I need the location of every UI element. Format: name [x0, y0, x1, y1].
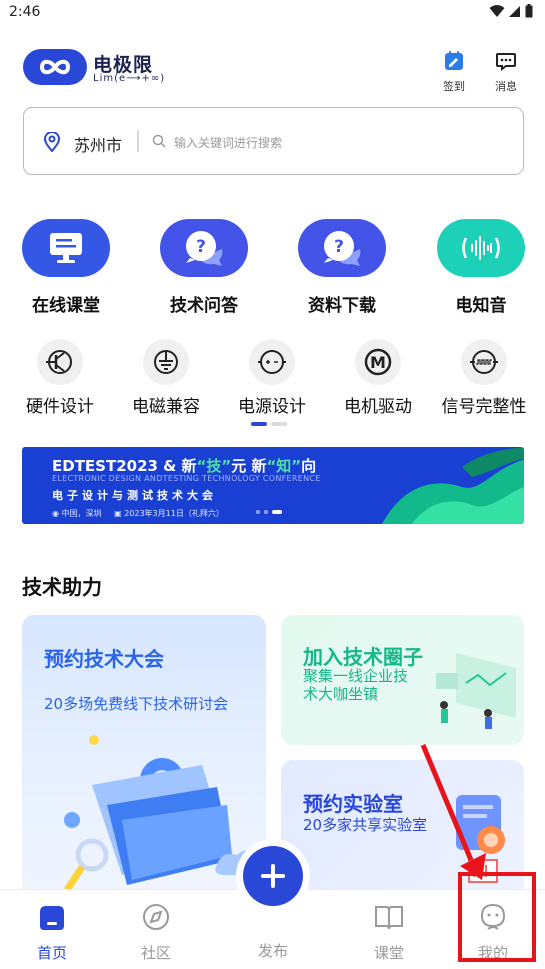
home-icon [40, 906, 64, 930]
message-icon [496, 53, 516, 71]
app-header: 电极限 Lim(e⟶+∞) 签到 消息 [0, 40, 545, 100]
status-bar: 2:46 [0, 0, 545, 26]
status-time: 2:46 [9, 4, 41, 20]
subcategory-emc[interactable]: 电磁兼容 [116, 339, 216, 417]
wifi-icon [489, 5, 505, 17]
subcategory-motor[interactable]: M 电机驱动 [328, 339, 428, 417]
banner-carousel-dots [256, 510, 282, 514]
subcategory-label: 电机驱动 [344, 397, 412, 417]
subcategory-label: 电磁兼容 [132, 397, 200, 417]
subcategory-label: 信号完整性 [441, 397, 527, 417]
category-label: 资料下载 [308, 296, 376, 316]
city-selector[interactable]: 苏州市 [74, 132, 122, 156]
svg-text:?: ? [196, 237, 206, 257]
category-page-indicator [251, 422, 287, 426]
category-online-class[interactable]: 在线课堂 [22, 219, 110, 316]
battery-icon [525, 4, 533, 18]
status-icons [489, 4, 533, 18]
category-tech-qa[interactable]: ? 技术问答 [160, 219, 248, 316]
banner-title-part: EDTEST2023 & 新 [52, 457, 197, 475]
svg-text:M: M [370, 353, 386, 372]
subcategory-signal-integrity[interactable]: 信号完整性 [434, 339, 534, 417]
team-illustration-icon [436, 653, 516, 729]
banner-title-part: 向 [301, 457, 317, 475]
question-chat-icon: ? [298, 219, 386, 277]
card-subtitle: 20多家共享实验室 [303, 816, 428, 834]
checkin-label: 签到 [443, 80, 465, 93]
messages-button[interactable]: 消息 [488, 50, 524, 94]
publish-button[interactable] [243, 846, 303, 906]
tab-label: 首页 [36, 944, 67, 962]
carousel-dot [264, 510, 268, 514]
location-pin-icon: ◉ [52, 509, 62, 518]
tab-classroom[interactable]: 课堂 [354, 902, 424, 963]
card-join-circle[interactable]: 加入技术圈子 聚集一线企业技 术大咖坐镇 [281, 615, 524, 745]
motor-icon: M [355, 339, 401, 385]
card-title: 预约技术大会 [44, 647, 164, 671]
location-pin-icon[interactable] [44, 132, 60, 152]
section-title: 技术助力 [22, 575, 102, 599]
book-icon [375, 906, 403, 930]
plus-icon [261, 864, 285, 888]
banner-title-highlight: “技” [196, 457, 232, 475]
banner-decoration [382, 447, 524, 524]
card-title: 预约实验室 [303, 792, 403, 816]
search-input[interactable]: 输入关键词进行搜索 [174, 134, 282, 151]
search-icon [152, 134, 166, 148]
calendar-edit-icon [445, 51, 463, 70]
category-downloads[interactable]: ? 资料下载 [298, 219, 386, 316]
subcategory-label: 硬件设计 [26, 397, 94, 417]
monitor-icon [22, 219, 110, 277]
signal-icon [509, 6, 520, 17]
subcategory-hardware[interactable]: 硬件设计 [10, 339, 110, 417]
banner-subtitle: ELECTRONIC DESIGN ANDTESTING TECHNOLOGY … [52, 474, 321, 483]
card-subtitle: 20多场免费线下技术研讨会 [44, 695, 229, 713]
promo-banner[interactable]: EDTEST2023 & 新“技”元 新“知”向 ELECTRONIC DESI… [22, 447, 524, 524]
annotation-highlight-box [458, 872, 536, 962]
category-audio[interactable]: 电知音 [437, 219, 525, 316]
sound-wave-icon [437, 219, 525, 277]
carousel-dot [256, 510, 260, 514]
question-chat-icon: ? [160, 219, 248, 277]
card-book-conference[interactable]: 预约技术大会 20多场免费线下技术研讨会 [22, 615, 266, 905]
search-divider [137, 130, 139, 152]
folder-illustration-icon [64, 735, 260, 892]
category-label: 在线课堂 [32, 296, 100, 316]
banner-meta: ◉ 中国，深圳 ▣ 2023年3月11日（礼拜六） [52, 508, 224, 519]
search-bar[interactable]: 苏州市 输入关键词进行搜索 [23, 107, 524, 175]
banner-location: 中国，深圳 [61, 509, 102, 518]
transistor-icon [37, 339, 83, 385]
banner-date: 2023年3月11日（礼拜六） [124, 509, 224, 518]
category-label: 技术问答 [170, 296, 238, 316]
compass-icon [143, 904, 169, 930]
subcategory-label: 电源设计 [238, 397, 306, 417]
svg-text:?: ? [334, 237, 344, 257]
card-subtitle: 术大咖坐镇 [303, 685, 379, 703]
banner-cn-title: 电子设计与测试技术大会 [52, 489, 217, 502]
subcategory-power[interactable]: 电源设计 [222, 339, 322, 417]
carousel-dot-active [272, 510, 282, 514]
checkin-button[interactable]: 签到 [436, 50, 472, 94]
app-tagline: Lim(e⟶+∞) [93, 73, 166, 84]
page-dot-active [251, 422, 267, 426]
category-label: 电知音 [455, 296, 507, 316]
banner-title: EDTEST2023 & 新“技”元 新“知”向 [52, 455, 316, 476]
waveform-icon [461, 339, 507, 385]
ground-icon [143, 339, 189, 385]
banner-title-highlight: “知” [266, 457, 302, 475]
tab-label: 课堂 [373, 944, 404, 962]
tab-community[interactable]: 社区 [121, 902, 191, 963]
tab-home[interactable]: 首页 [17, 902, 87, 963]
messages-label: 消息 [495, 80, 517, 93]
publish-label: 发布 [257, 942, 288, 960]
banner-title-part: 元 新 [231, 457, 267, 475]
app-logo-icon [23, 49, 87, 85]
calendar-icon: ▣ [114, 509, 125, 518]
tab-label: 社区 [140, 944, 171, 962]
power-source-icon [249, 339, 295, 385]
page-dot [271, 422, 287, 426]
